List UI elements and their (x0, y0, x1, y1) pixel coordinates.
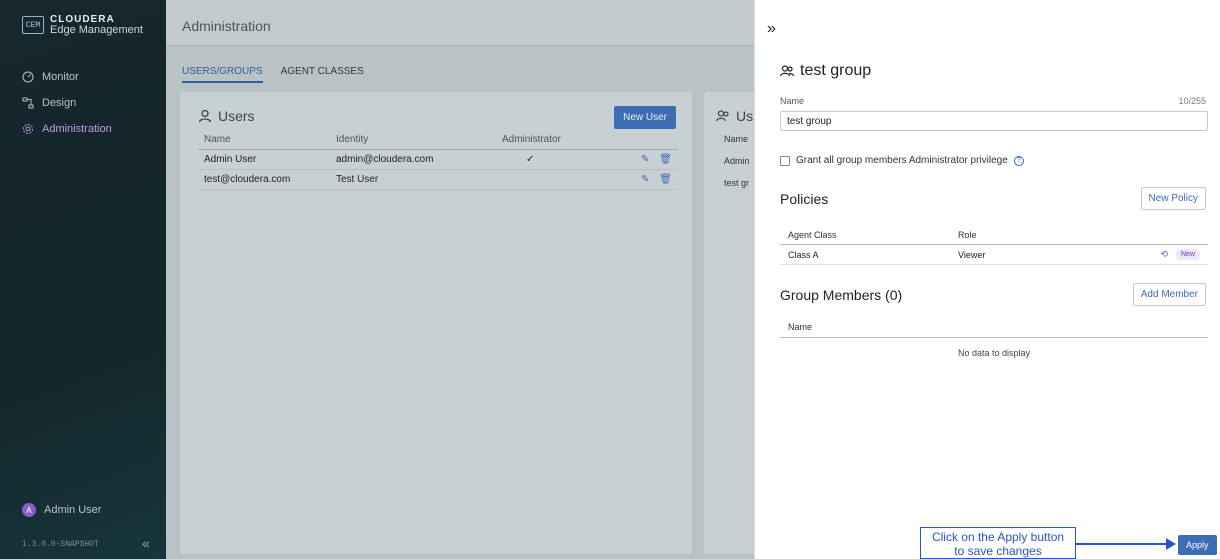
policies-title: Policies (780, 191, 829, 207)
edit-icon[interactable]: ✎ (641, 154, 649, 165)
user-menu[interactable]: A Admin User (22, 503, 101, 517)
gear-icon (23, 124, 33, 134)
column-header[interactable]: Administrator (496, 130, 606, 150)
brand-badge: CEM (22, 16, 44, 34)
users-card-title: Users (198, 108, 255, 124)
arrow-right-icon (1166, 538, 1176, 550)
callout-line-2: to save changes (954, 544, 1042, 558)
role-cell: Viewer (950, 244, 1080, 265)
table-row[interactable]: Class A Viewer ⟲ New (780, 244, 1208, 265)
user-icon (198, 109, 212, 123)
list-item[interactable]: test gr (724, 178, 749, 188)
flow-icon (22, 97, 34, 109)
tab-bar: USERS/GROUPS AGENT CLASSES (182, 66, 364, 83)
tab-agent-classes[interactable]: AGENT CLASSES (281, 66, 364, 83)
sidebar-item-monitor[interactable]: Monitor (0, 64, 166, 90)
column-header-actions (1080, 226, 1208, 245)
users-title-text: Users (218, 108, 255, 124)
callout-line-1: Click on the Apply button (931, 530, 1065, 544)
help-icon[interactable]: ? (1013, 155, 1024, 166)
status-badge: New (1175, 249, 1200, 260)
avatar: A (22, 503, 36, 517)
main-content: Administration USERS/GROUPS AGENT CLASSE… (166, 0, 764, 559)
gauge-icon (22, 71, 34, 83)
group-icon (780, 65, 794, 77)
name-char-count: 10/255 (1178, 96, 1206, 106)
column-header[interactable]: Name (780, 318, 1208, 338)
callout-arrow-line (1076, 543, 1168, 545)
column-header[interactable]: Agent Class (780, 226, 950, 245)
admin-privilege-checkbox[interactable] (780, 155, 790, 166)
user-name-cell: Admin User (198, 149, 330, 170)
group-members-title: Group Members (0) (780, 287, 903, 303)
edit-icon[interactable]: ✎ (641, 174, 649, 185)
drawer-title-text: test group (800, 62, 872, 79)
user-identity-cell: admin@cloudera.com (330, 149, 496, 170)
users-table: Name Identity Administrator Admin User a… (198, 130, 678, 190)
name-label: Name (780, 96, 805, 106)
sidebar-item-label: Monitor (42, 71, 79, 83)
user-identity-cell: Test User (330, 169, 496, 190)
undo-icon[interactable]: ⟲ (1160, 249, 1168, 260)
sidebar-item-label: Administration (42, 123, 112, 135)
sidebar: CEM CLOUDERA Edge Management Monitor Des… (0, 0, 166, 559)
new-user-button[interactable]: New User (614, 106, 676, 129)
column-header[interactable]: Role (950, 226, 1080, 245)
sidebar-nav: Monitor Design Administration (0, 64, 166, 142)
tab-users-groups[interactable]: USERS/GROUPS (182, 66, 263, 83)
page-header: Administration (166, 0, 754, 46)
double-chevron-left-icon[interactable]: « (142, 535, 150, 551)
instruction-callout: Click on the Apply button to save change… (920, 527, 1076, 559)
group-icon (716, 110, 729, 122)
column-header: Name (724, 134, 749, 144)
table-header-row: Agent Class Role (780, 226, 1208, 245)
sidebar-item-label: Design (42, 97, 77, 109)
group-name-input[interactable] (780, 111, 1208, 131)
trash-icon[interactable]: 🗑 (659, 154, 672, 165)
apply-button[interactable]: Apply (1178, 535, 1217, 555)
policies-table: Agent Class Role Class A Viewer ⟲ New (780, 226, 1208, 265)
administrator-cell (496, 169, 606, 190)
sidebar-item-design[interactable]: Design (0, 90, 166, 116)
empty-state-text: No data to display (957, 348, 1031, 358)
column-header[interactable]: Name (198, 130, 330, 150)
add-member-button[interactable]: Add Member (1132, 283, 1206, 306)
group-drawer: » test group Name 10/255 Grant all group… (754, 0, 1220, 559)
groups-card-title: Us (716, 108, 753, 124)
admin-privilege-label: Grant all group members Administrator pr… (796, 155, 1008, 166)
column-header[interactable]: Identity (330, 130, 496, 150)
column-header-actions (606, 130, 678, 150)
table-row[interactable]: Admin User admin@cloudera.com ✓ ✎ 🗑 (198, 149, 678, 170)
page-title: Administration (182, 18, 271, 34)
users-card: Users New User Name Identity Administrat… (180, 92, 692, 554)
administrator-check-icon: ✓ (496, 149, 606, 170)
brand-logo[interactable]: CEM CLOUDERA Edge Management (22, 14, 143, 36)
new-policy-button[interactable]: New Policy (1140, 187, 1206, 210)
user-name: Admin User (44, 504, 102, 516)
drawer-title: test group (780, 62, 871, 80)
sidebar-item-administration[interactable]: Administration (0, 116, 166, 142)
double-chevron-right-icon[interactable]: » (767, 20, 776, 38)
user-name-cell: test@cloudera.com (198, 169, 330, 190)
groups-title-text: Us (736, 108, 754, 124)
admin-privilege-option: Grant all group members Administrator pr… (780, 155, 1024, 166)
agent-class-link[interactable]: Class A (780, 244, 950, 265)
version-label: 1.3.0.0-SNAPSHOT (22, 540, 99, 549)
table-row[interactable]: test@cloudera.com Test User ✎ 🗑 (198, 169, 678, 190)
list-item[interactable]: Admin (724, 156, 750, 166)
brand-subtitle: Edge Management (50, 24, 143, 36)
trash-icon[interactable]: 🗑 (659, 174, 672, 185)
table-header-row: Name Identity Administrator (198, 130, 678, 150)
